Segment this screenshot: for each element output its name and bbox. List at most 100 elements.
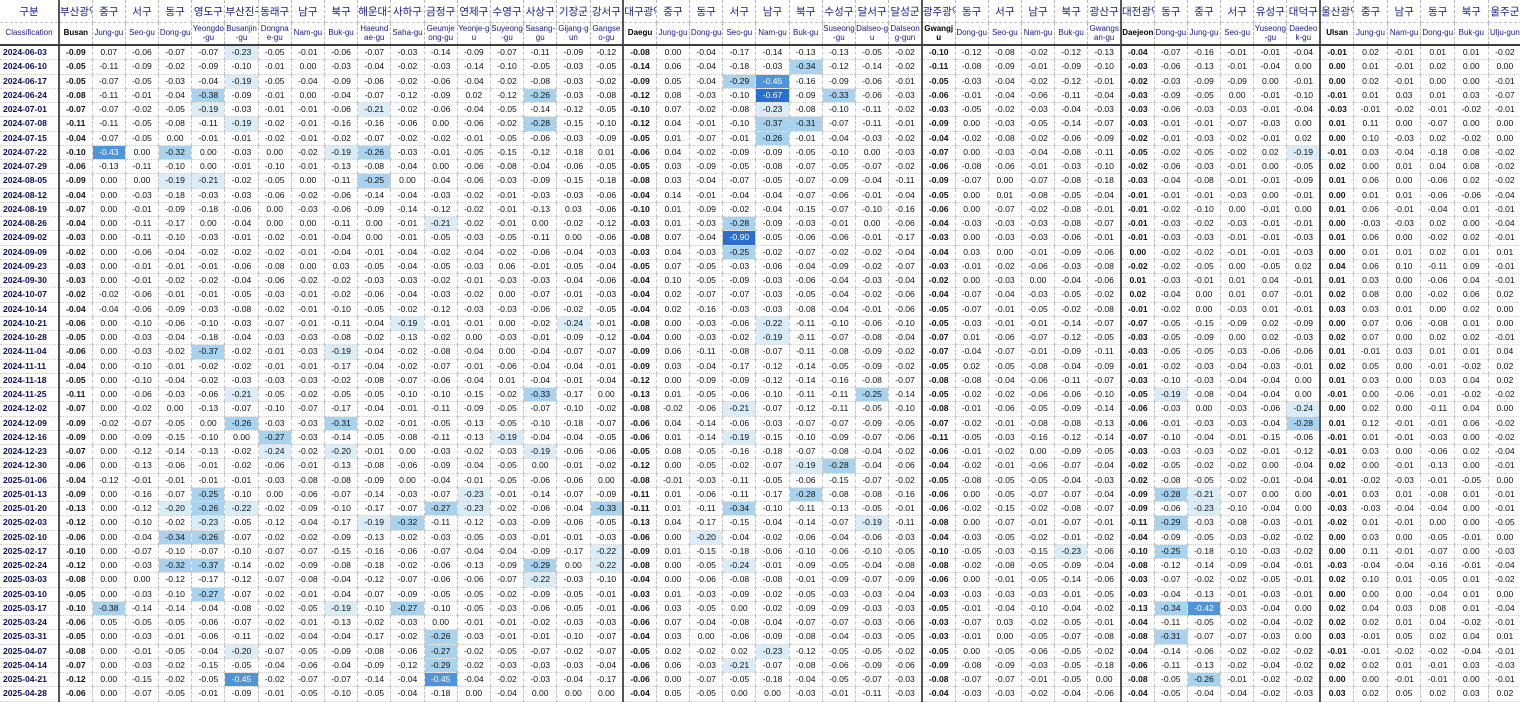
data-cell: -0.13 <box>324 615 359 631</box>
column-header-en: Yeongdo-gu <box>191 22 226 46</box>
data-cell: -0.05 <box>920 644 956 659</box>
data-cell: -0.05 <box>1253 572 1288 588</box>
data-cell: -0.02 <box>490 587 525 602</box>
data-cell: -0.06 <box>523 501 558 517</box>
data-cell: -0.14 <box>125 601 160 617</box>
column-header-en: Dong-gu <box>1420 22 1455 46</box>
data-cell: -0.07 <box>789 245 823 260</box>
data-cell: -0.04 <box>158 245 193 260</box>
data-cell: -0.29 <box>424 658 458 674</box>
data-cell: 0.03 <box>1353 487 1388 503</box>
data-cell: 0.04 <box>656 416 691 431</box>
data-cell: -0.04 <box>1286 473 1321 488</box>
data-cell: -0.08 <box>622 401 657 417</box>
data-cell: -0.05 <box>590 430 624 446</box>
data-cell: -0.10 <box>158 544 193 560</box>
data-cell: -0.03 <box>523 188 558 203</box>
data-cell: -0.10 <box>324 686 359 702</box>
data-cell: -0.04 <box>622 273 657 289</box>
data-cell: -0.05 <box>722 159 757 175</box>
data-cell: -0.03 <box>955 530 989 545</box>
data-cell: -0.11 <box>1420 259 1455 275</box>
data-cell: -0.01 <box>1286 216 1321 232</box>
data-cell: -0.10 <box>258 401 292 417</box>
data-cell: -0.03 <box>1119 88 1155 104</box>
data-cell: -0.13 <box>1187 59 1222 75</box>
data-cell: -0.06 <box>1420 273 1455 289</box>
data-cell: -0.01 <box>125 473 160 488</box>
column-header-en: Buk-gu <box>789 22 823 46</box>
data-cell: -0.04 <box>755 615 790 631</box>
data-cell: -0.01 <box>1420 359 1455 374</box>
data-cell: -0.04 <box>1420 587 1455 602</box>
data-cell: -0.09 <box>158 302 193 317</box>
data-cell: -0.07 <box>988 202 1022 218</box>
data-cell: -0.05 <box>622 131 657 146</box>
data-cell: -0.02 <box>390 530 425 545</box>
data-cell: -0.27 <box>424 644 458 659</box>
data-cell: -0.11 <box>324 216 359 232</box>
data-cell: -0.07 <box>390 373 425 389</box>
data-cell: 0.07 <box>1253 287 1288 303</box>
data-cell: -0.04 <box>988 88 1022 104</box>
data-cell: -0.06 <box>57 686 93 702</box>
data-cell: -0.25 <box>1154 544 1188 560</box>
data-cell: -0.03 <box>1087 473 1122 488</box>
data-cell: -0.11 <box>1119 515 1155 531</box>
data-cell: -0.01 <box>158 359 193 374</box>
header-corner-ko: 구분 <box>0 0 60 23</box>
table-row: 2024-09-23 -0.03 0.00 -0.01 -0.01 -0.01 -0.06-… <box>0 259 1520 275</box>
data-cell: -0.45 <box>755 74 790 89</box>
data-cell: -0.06 <box>1021 373 1056 389</box>
data-cell: -0.02 <box>158 515 193 531</box>
data-cell: 0.00 <box>755 686 790 702</box>
data-cell: 0.00 <box>1253 188 1288 203</box>
data-cell: -0.04 <box>888 273 923 289</box>
data-cell: -0.11 <box>57 116 93 132</box>
data-cell: 0.01 <box>490 373 525 389</box>
data-cell: -0.07 <box>689 287 724 303</box>
data-cell: -0.07 <box>590 416 624 431</box>
data-cell: -0.05 <box>357 259 392 275</box>
data-cell: -0.01 <box>955 259 989 275</box>
data-cell: -0.06 <box>457 173 491 189</box>
data-cell: -0.09 <box>457 45 491 61</box>
data-cell: -0.16 <box>357 116 392 132</box>
data-cell: 0.00 <box>1353 672 1388 688</box>
data-cell: -0.06 <box>1021 644 1056 659</box>
data-cell: -0.09 <box>57 487 93 503</box>
data-cell: -0.01 <box>1119 230 1155 246</box>
data-cell: -0.03 <box>590 615 624 631</box>
column-header-en: Ulsan <box>1319 22 1355 46</box>
data-cell: 0.07 <box>656 615 691 631</box>
column-header-ko: 중구 <box>1353 0 1388 23</box>
data-cell: -0.03 <box>755 273 790 289</box>
data-cell: -0.11 <box>689 344 724 360</box>
data-cell: -0.07 <box>855 430 890 446</box>
data-cell: -0.04 <box>622 572 657 588</box>
data-cell: -0.06 <box>1154 159 1188 175</box>
data-cell: -0.04 <box>822 131 857 146</box>
data-cell: -0.07 <box>855 473 890 488</box>
table-row: 2024-08-26 -0.04 0.00 -0.11 -0.17 0.00 -0.04 0.… <box>0 216 1520 232</box>
data-cell: -0.20 <box>224 644 259 659</box>
data-cell: -0.06 <box>357 287 392 303</box>
data-cell: -0.11 <box>1154 615 1188 631</box>
data-cell: -0.05 <box>125 116 160 132</box>
data-cell: -0.04 <box>622 188 657 203</box>
data-cell: 0.03 <box>324 259 359 275</box>
data-cell: -0.08 <box>722 615 757 631</box>
data-cell: -0.28 <box>523 116 558 132</box>
data-cell: -0.06 <box>125 245 160 260</box>
data-cell: -0.04 <box>1154 587 1188 602</box>
data-cell: -0.01 <box>722 131 757 146</box>
column-header-ko: 서구 <box>1220 0 1255 23</box>
data-cell: -0.11 <box>224 629 259 645</box>
data-cell: -0.04 <box>1119 530 1155 545</box>
data-cell: -0.11 <box>855 102 890 118</box>
data-cell: -0.04 <box>1286 458 1321 474</box>
data-cell: 0.02 <box>1319 458 1355 474</box>
data-cell: -0.02 <box>1220 473 1255 488</box>
data-cell: -0.04 <box>920 216 956 232</box>
data-cell: -0.02 <box>390 629 425 645</box>
